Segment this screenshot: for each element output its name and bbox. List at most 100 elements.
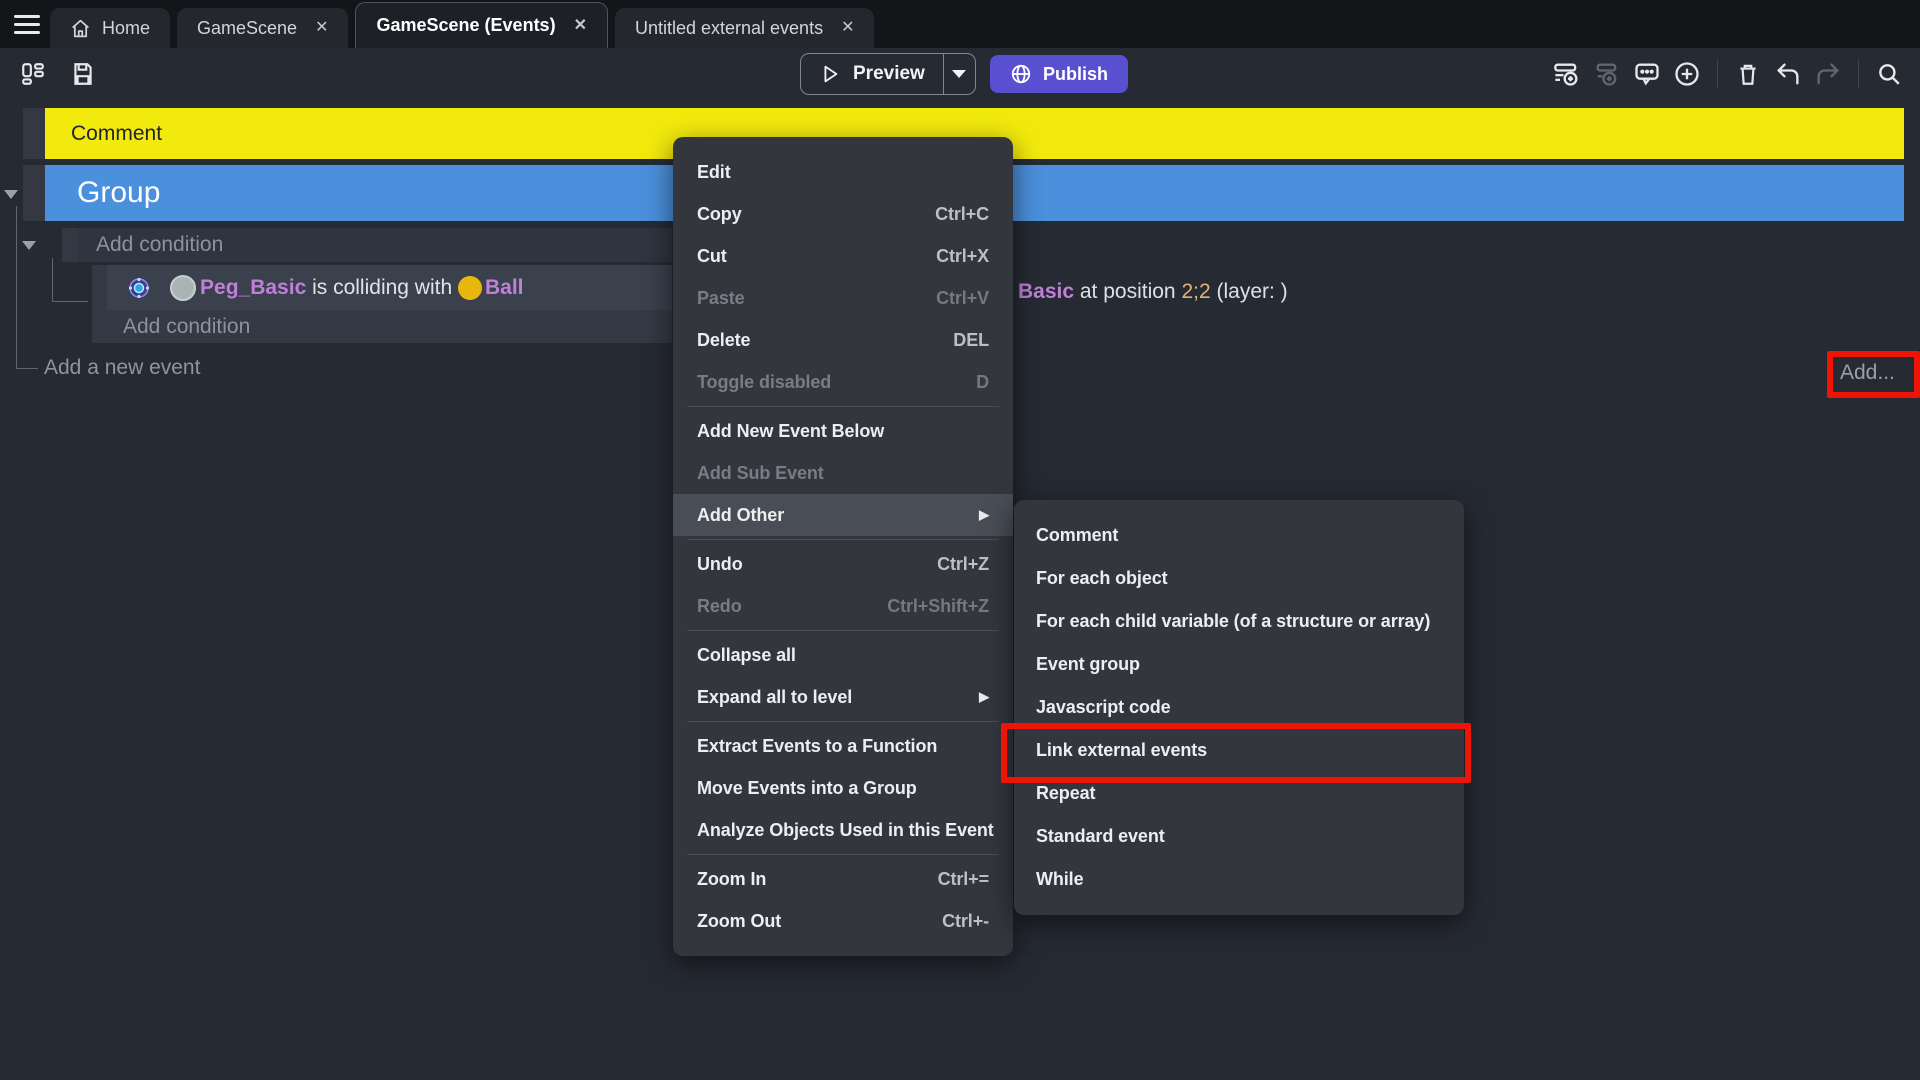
tab-home[interactable]: Home (50, 8, 170, 48)
menu-item-delete[interactable]: Delete DEL (673, 319, 1013, 361)
menu-item-expand-all-to-level[interactable]: Expand all to level▶ (673, 676, 1013, 718)
menu-item-label: Expand all to level (697, 687, 852, 708)
menu-item-standard-event[interactable]: Standard event (1014, 815, 1464, 858)
add-sub-event-icon[interactable] (1590, 57, 1624, 91)
event-drag-handle[interactable] (62, 228, 78, 262)
add-condition-link-sub[interactable]: Add condition (107, 310, 672, 343)
menu-item-zoom-out[interactable]: Zoom OutCtrl+- (673, 900, 1013, 942)
menu-item-add-sub-event[interactable]: Add Sub Event (673, 452, 1013, 494)
menu-item-add-other[interactable]: Add Other▶ (673, 494, 1013, 536)
preview-button[interactable]: Preview (801, 54, 943, 94)
menu-item-cut[interactable]: CutCtrl+X (673, 235, 1013, 277)
menu-separator (687, 406, 999, 407)
menu-item-link-external-events[interactable]: Link external events (1014, 729, 1464, 772)
group-title: Group (77, 176, 160, 210)
event-drag-handle[interactable] (92, 265, 107, 343)
menu-item-undo[interactable]: UndoCtrl+Z (673, 543, 1013, 585)
search-icon[interactable] (1872, 57, 1906, 91)
close-icon[interactable]: ✕ (574, 18, 587, 34)
menu-item-label: Paste (697, 288, 745, 309)
toolbar-divider (1858, 59, 1859, 89)
menu-item-paste[interactable]: Paste Ctrl+V (673, 277, 1013, 319)
menu-item-label: For each object (1036, 568, 1168, 589)
publish-button[interactable]: Publish (990, 55, 1128, 93)
action-row-partial[interactable]: Basic at position 2;2 (layer: ) (1018, 272, 1288, 312)
menu-item-move-events-into-a-group[interactable]: Move Events into a Group (673, 767, 1013, 809)
add-action-button[interactable]: Add... (1840, 361, 1895, 385)
publish-label: Publish (1043, 64, 1108, 85)
menu-item-repeat[interactable]: Repeat (1014, 772, 1464, 815)
chevron-down-icon (951, 69, 967, 79)
menu-item-javascript-code[interactable]: Javascript code (1014, 686, 1464, 729)
tab-label: GameScene (197, 18, 297, 39)
menu-item-for-each-object[interactable]: For each object (1014, 557, 1464, 600)
menu-item-shortcut: Ctrl+C (935, 204, 989, 225)
delete-trash-icon[interactable] (1731, 57, 1765, 91)
menu-item-label: Event group (1036, 654, 1140, 675)
menu-item-label: Collapse all (697, 645, 796, 666)
menu-item-add-new-event-below[interactable]: Add New Event Below (673, 410, 1013, 452)
collapse-group-icon[interactable] (4, 190, 18, 199)
menu-item-collapse-all[interactable]: Collapse all (673, 634, 1013, 676)
add-event-icon[interactable] (1550, 57, 1584, 91)
toolbar-divider (1717, 59, 1718, 89)
tree-guide-line (52, 301, 88, 302)
panels-icon[interactable] (16, 57, 50, 91)
redo-icon[interactable] (1811, 57, 1845, 91)
menu-item-label: Edit (697, 162, 731, 183)
menu-item-event-group[interactable]: Event group (1014, 643, 1464, 686)
menu-item-shortcut: DEL (953, 330, 989, 351)
collapse-event-icon[interactable] (22, 241, 36, 250)
menu-item-edit[interactable]: Edit (673, 151, 1013, 193)
add-comment-icon[interactable] (1630, 57, 1664, 91)
tab-label: Home (102, 18, 150, 39)
condition-object-a: Peg_Basic (200, 276, 306, 300)
main-menu-hamburger-icon[interactable] (14, 10, 48, 38)
menu-item-redo[interactable]: RedoCtrl+Shift+Z (673, 585, 1013, 627)
toolbar-left-group (16, 57, 100, 91)
condition-row[interactable]: Peg_Basic is colliding with Ball (107, 265, 672, 310)
tab-gamescene[interactable]: GameScene ✕ (177, 8, 348, 48)
tab-label: GameScene (Events) (376, 15, 555, 36)
menu-item-label: Copy (697, 204, 742, 225)
add-new-event-link[interactable]: Add a new event (44, 356, 200, 380)
menu-item-shortcut: Ctrl+V (936, 288, 989, 309)
tab-gamescene-events[interactable]: GameScene (Events) ✕ (355, 2, 607, 48)
add-condition-link[interactable]: Add condition (78, 228, 672, 262)
event-drag-handle[interactable] (23, 165, 45, 221)
add-circle-icon[interactable] (1670, 57, 1704, 91)
menu-item-toggle-disabled[interactable]: Toggle disabledD (673, 361, 1013, 403)
tab-list: HomeGameScene✕GameScene (Events)✕Untitle… (50, 0, 881, 48)
gdevelop-editor-window: HomeGameScene✕GameScene (Events)✕Untitle… (0, 0, 1920, 1080)
menu-item-label: Move Events into a Group (697, 778, 917, 799)
menu-item-comment[interactable]: Comment (1014, 514, 1464, 557)
close-icon[interactable]: ✕ (315, 20, 328, 36)
undo-icon[interactable] (1771, 57, 1805, 91)
context-menu: Edit Copy Ctrl+C CutCtrl+X Paste Ctrl+V Delete… (673, 137, 1013, 956)
menu-item-extract-events-to-a-function[interactable]: Extract Events to a Function (673, 725, 1013, 767)
tab-label: Untitled external events (635, 18, 823, 39)
menu-item-copy[interactable]: Copy Ctrl+C (673, 193, 1013, 235)
menu-item-analyze-objects-used-in-this-event[interactable]: Analyze Objects Used in this Event (673, 809, 1013, 851)
tree-guide-line (16, 206, 17, 369)
menu-item-label: Add Sub Event (697, 463, 824, 484)
event-drag-handle[interactable] (23, 108, 45, 159)
tab-untitled-external-events[interactable]: Untitled external events ✕ (615, 8, 875, 48)
preview-options-dropdown[interactable] (943, 54, 975, 94)
preview-label: Preview (853, 63, 925, 85)
menu-item-for-each-child-variable-of-a-structure-or-array[interactable]: For each child variable (of a structure … (1014, 600, 1464, 643)
menu-item-label: For each child variable (of a structure … (1036, 611, 1430, 632)
menu-item-shortcut: Ctrl+= (938, 869, 989, 890)
close-icon[interactable]: ✕ (841, 20, 854, 36)
menu-item-label: Add Other (697, 505, 784, 526)
menu-separator (687, 721, 999, 722)
condition-text: is colliding with (306, 276, 458, 300)
action-text: (layer: ) (1211, 280, 1288, 304)
ball-object-icon (458, 276, 482, 300)
action-position-value: 2;2 (1181, 280, 1210, 304)
menu-item-label: Zoom Out (697, 911, 781, 932)
save-icon[interactable] (66, 57, 100, 91)
menu-item-while[interactable]: While (1014, 858, 1464, 901)
menu-item-label: Delete (697, 330, 750, 351)
menu-item-zoom-in[interactable]: Zoom InCtrl+= (673, 858, 1013, 900)
